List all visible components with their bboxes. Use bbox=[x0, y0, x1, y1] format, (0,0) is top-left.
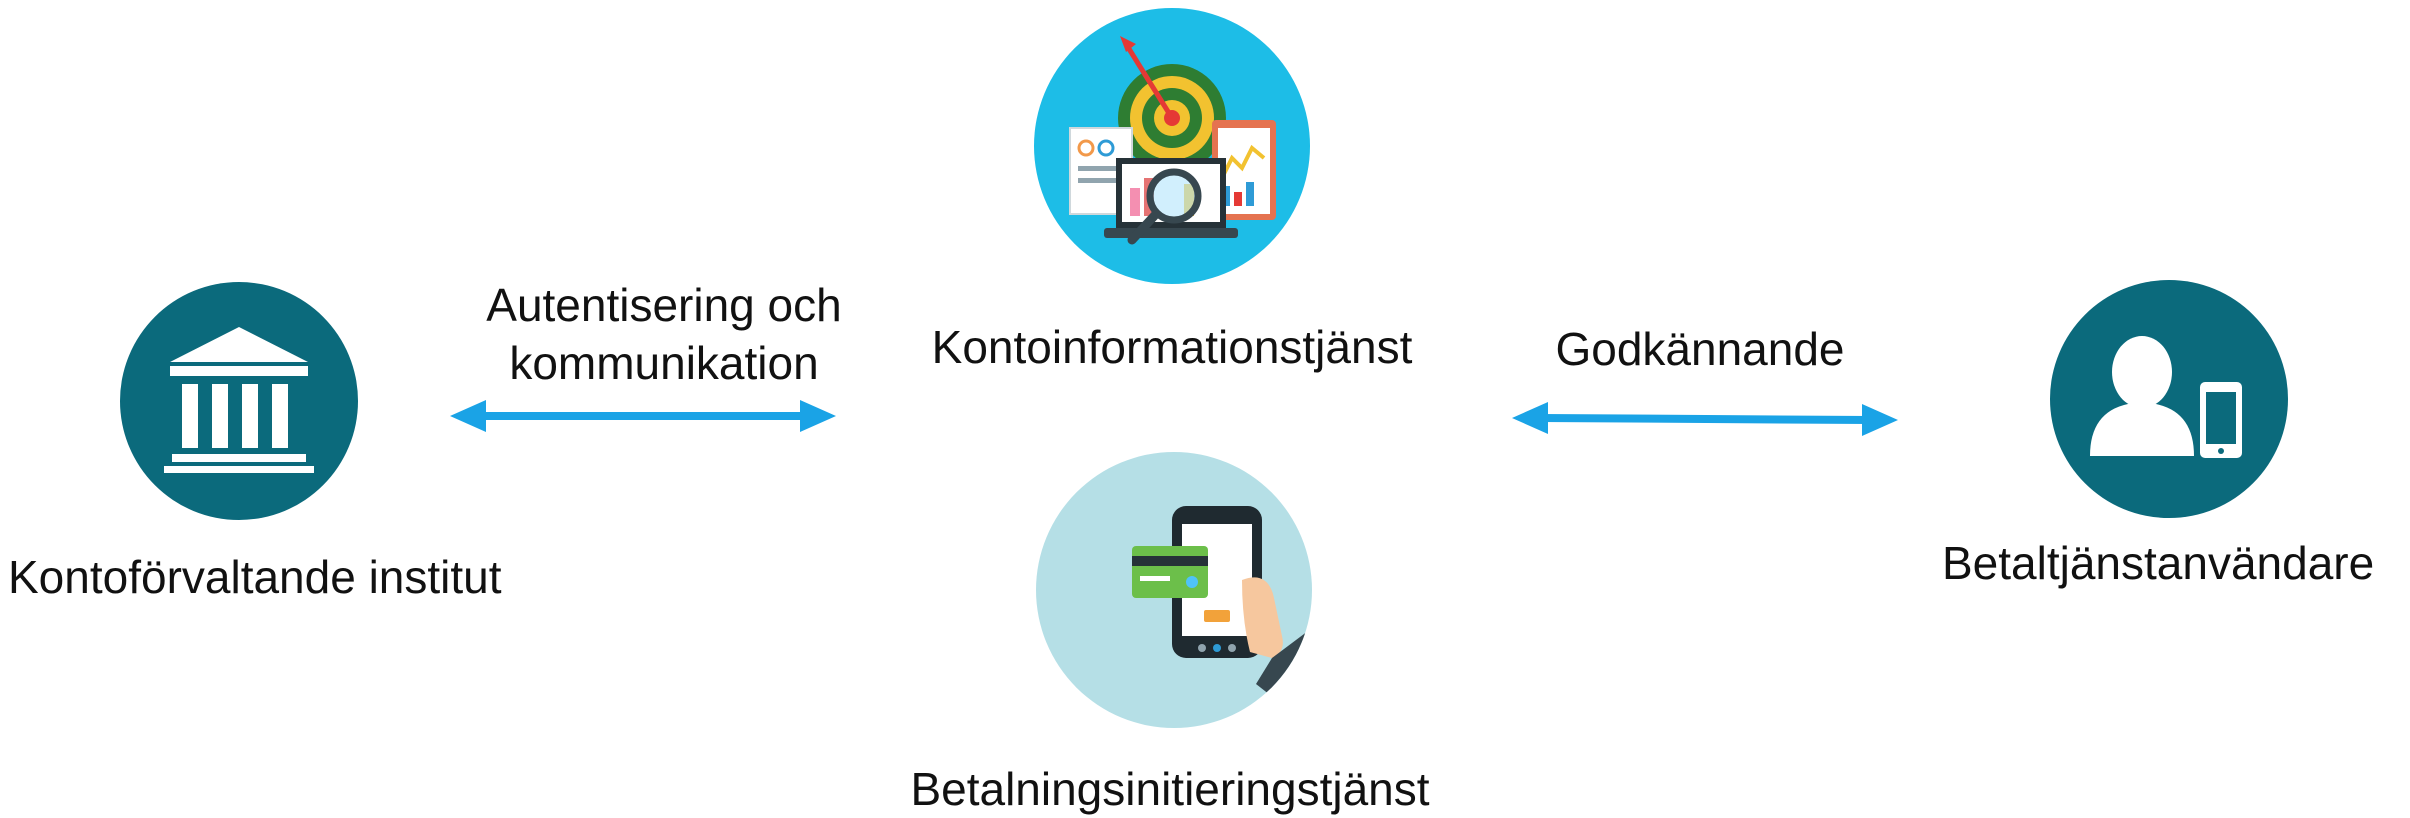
analytics-dashboard-icon bbox=[1069, 36, 1276, 245]
bank-icon bbox=[164, 327, 314, 473]
auth-communication-label: Autentisering och kommunikation bbox=[434, 276, 894, 392]
mobile-payment-icon bbox=[1132, 506, 1312, 728]
account-info-label: Kontoinformationstjänst bbox=[931, 321, 1413, 373]
payment-init-label: Betalningsinitieringstjänst bbox=[910, 763, 1430, 815]
account-info-node bbox=[1034, 8, 1310, 284]
auth-communication-line1: Autentisering och bbox=[486, 279, 842, 331]
user-node bbox=[2050, 280, 2288, 518]
approval-label: Godkännande bbox=[1555, 323, 1845, 375]
bank-node bbox=[120, 282, 358, 520]
left-double-arrow bbox=[450, 400, 836, 432]
right-double-arrow bbox=[1512, 402, 1898, 436]
auth-communication-line2: kommunikation bbox=[509, 337, 819, 389]
payment-init-node bbox=[1036, 452, 1312, 728]
bank-label: Kontoförvaltande institut bbox=[8, 551, 502, 603]
user-label: Betaltjänstanvändare bbox=[1942, 537, 2375, 589]
user-with-phone-icon bbox=[2090, 336, 2242, 458]
